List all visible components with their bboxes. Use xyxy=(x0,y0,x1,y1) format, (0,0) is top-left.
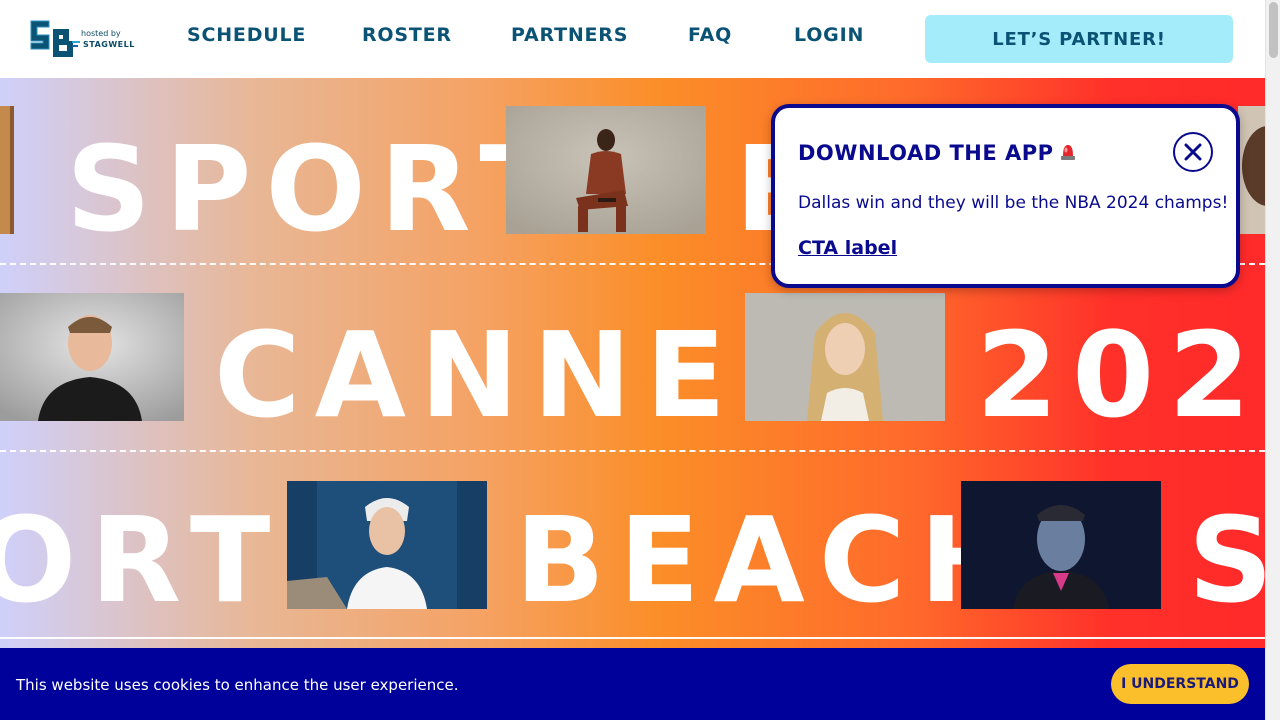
popup-cta-link[interactable]: CTA label xyxy=(798,237,897,259)
hero-word: BEACH xyxy=(515,491,1033,629)
stagwell-label: STAGWELL xyxy=(83,40,135,49)
stagwell-icon xyxy=(72,41,80,47)
popup-title: DOWNLOAD THE APP xyxy=(798,141,1076,165)
scrollbar-thumb[interactable] xyxy=(1269,2,1278,58)
athlete-photo xyxy=(0,106,14,234)
popup-message: Dallas win and they will be the NBA 2024… xyxy=(798,193,1229,213)
hero-word: 2024 xyxy=(976,306,1265,444)
nav-partners[interactable]: PARTNERS xyxy=(511,24,628,46)
athlete-photo xyxy=(287,481,487,609)
athlete-photo xyxy=(745,293,945,421)
nav-roster[interactable]: ROSTER xyxy=(362,24,452,46)
nav-login[interactable]: LOGIN xyxy=(794,24,864,46)
cookie-banner: This website uses cookies to enhance the… xyxy=(0,648,1265,720)
athlete-photo xyxy=(1238,106,1265,234)
nav-faq[interactable]: FAQ xyxy=(688,24,732,46)
download-app-popup: DOWNLOAD THE APP Dallas win and they wil… xyxy=(771,104,1240,288)
popup-close-button[interactable] xyxy=(1173,132,1213,172)
sb-logo-icon xyxy=(30,20,73,57)
hero-word: SPORT xyxy=(66,120,574,258)
athlete-photo xyxy=(0,293,184,421)
nav-schedule[interactable]: SCHEDULE xyxy=(187,24,306,46)
siren-icon xyxy=(1060,145,1075,160)
close-icon xyxy=(1184,143,1202,161)
popup-title-text: DOWNLOAD THE APP xyxy=(798,141,1054,165)
athlete-photo xyxy=(506,106,706,234)
cookie-message: This website uses cookies to enhance the… xyxy=(16,676,459,694)
hero-word: S xyxy=(1188,491,1265,629)
athlete-photo xyxy=(961,481,1161,609)
sport-beach-logo[interactable]: hosted by STAGWELL xyxy=(27,15,147,63)
site-header: hosted by STAGWELL SCHEDULE ROSTER PARTN… xyxy=(0,0,1265,78)
cookie-accept-button[interactable]: I UNDERSTAND xyxy=(1111,664,1249,704)
divider-line xyxy=(0,450,1265,452)
divider-line xyxy=(0,637,1265,639)
page-scrollbar[interactable] xyxy=(1265,0,1280,720)
lets-partner-button[interactable]: LET’S PARTNER! xyxy=(925,15,1233,63)
hosted-by-label: hosted by xyxy=(81,29,121,38)
hero-word: ORT xyxy=(0,491,285,629)
